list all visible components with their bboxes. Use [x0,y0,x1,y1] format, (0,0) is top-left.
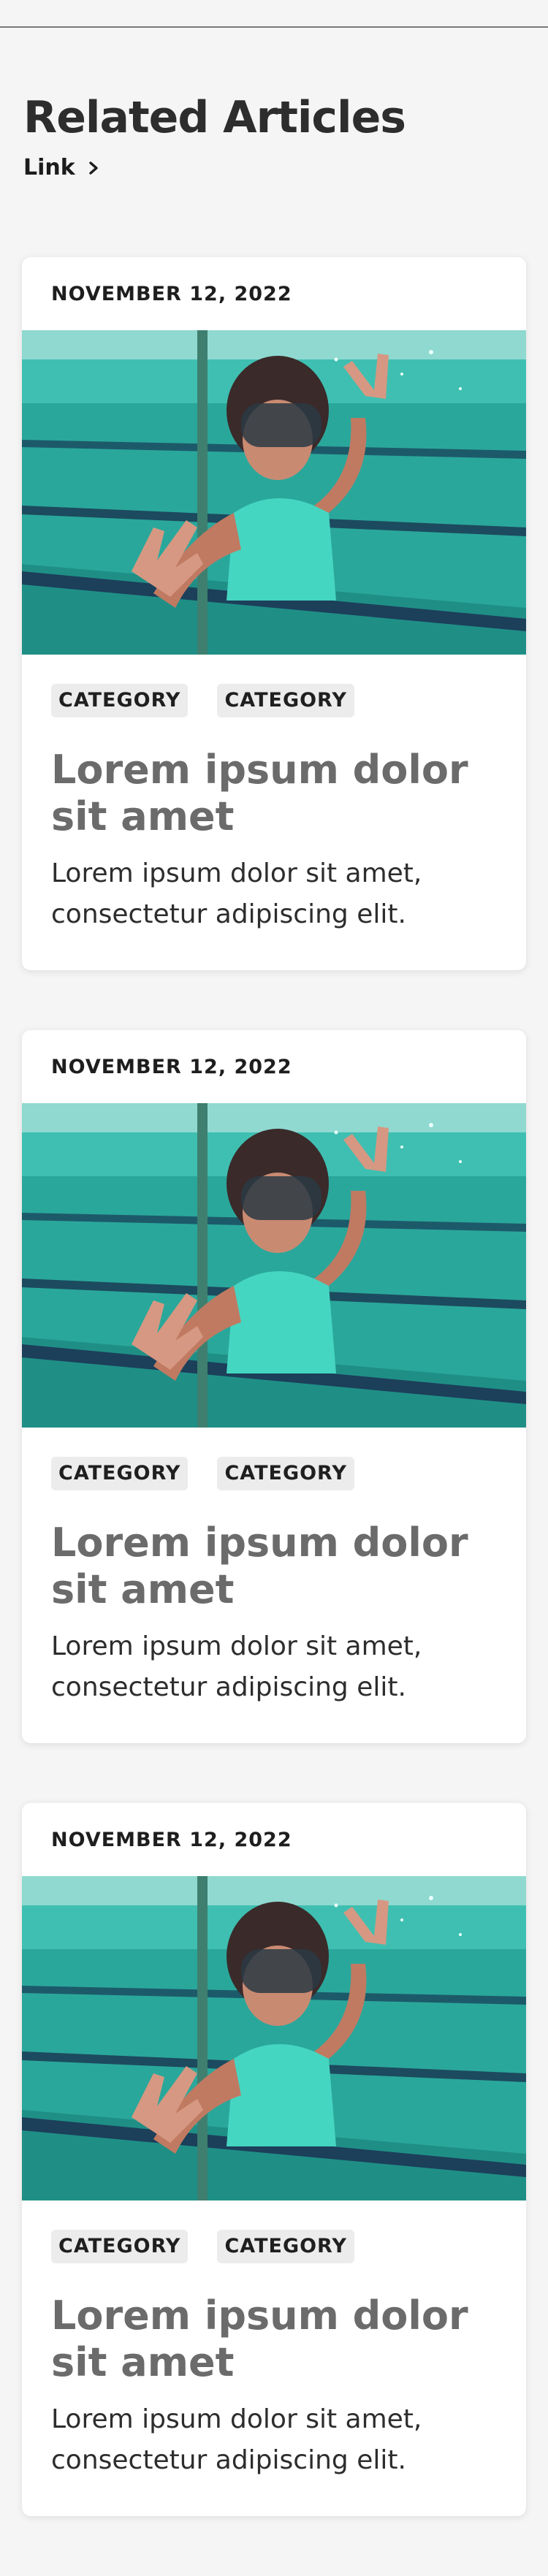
chevron-right-icon [89,161,98,175]
article-title[interactable]: Lorem ipsum dolor sit amet [51,2293,497,2386]
article-image [22,1876,526,2200]
category-tag[interactable]: CATEGORY [217,2230,354,2263]
category-tag[interactable]: CATEGORY [51,1457,189,1490]
article-list: NOVEMBER 12, 2022 CATEGORY CATEGORY Lore… [22,257,526,2576]
article-excerpt: Lorem ipsum dolor sit amet, consectetur … [51,1631,422,1702]
article-title[interactable]: Lorem ipsum dolor sit amet [51,1520,497,1613]
article-body: CATEGORY CATEGORY Lorem ipsum dolor sit … [22,2200,526,2481]
section-header: Related Articles Link [23,89,406,180]
article-image [22,1103,526,1428]
section-title: Related Articles [23,92,406,143]
related-link-label: Link [23,155,75,180]
related-link[interactable]: Link [23,155,406,180]
article-date: NOVEMBER 12, 2022 [51,282,292,305]
article-tags: CATEGORY CATEGORY [51,684,497,717]
article-card[interactable]: NOVEMBER 12, 2022 CATEGORY CATEGORY Lore… [22,1803,526,2516]
article-body: CATEGORY CATEGORY Lorem ipsum dolor sit … [22,1428,526,1708]
article-date: NOVEMBER 12, 2022 [51,1828,292,1851]
article-card[interactable]: NOVEMBER 12, 2022 CATEGORY CATEGORY Lore… [22,1030,526,1743]
category-tag[interactable]: CATEGORY [51,684,189,717]
category-tag[interactable]: CATEGORY [217,1457,354,1490]
article-body: CATEGORY CATEGORY Lorem ipsum dolor sit … [22,655,526,935]
article-card[interactable]: NOVEMBER 12, 2022 CATEGORY CATEGORY Lore… [22,257,526,970]
article-tags: CATEGORY CATEGORY [51,2230,497,2263]
article-excerpt: Lorem ipsum dolor sit amet, consectetur … [51,858,422,929]
article-image [22,330,526,655]
article-tags: CATEGORY CATEGORY [51,1457,497,1490]
category-tag[interactable]: CATEGORY [51,2230,189,2263]
category-tag[interactable]: CATEGORY [217,684,354,717]
article-date: NOVEMBER 12, 2022 [51,1055,292,1078]
top-divider [0,26,548,28]
article-excerpt: Lorem ipsum dolor sit amet, consectetur … [51,2404,422,2475]
article-title[interactable]: Lorem ipsum dolor sit amet [51,747,497,840]
